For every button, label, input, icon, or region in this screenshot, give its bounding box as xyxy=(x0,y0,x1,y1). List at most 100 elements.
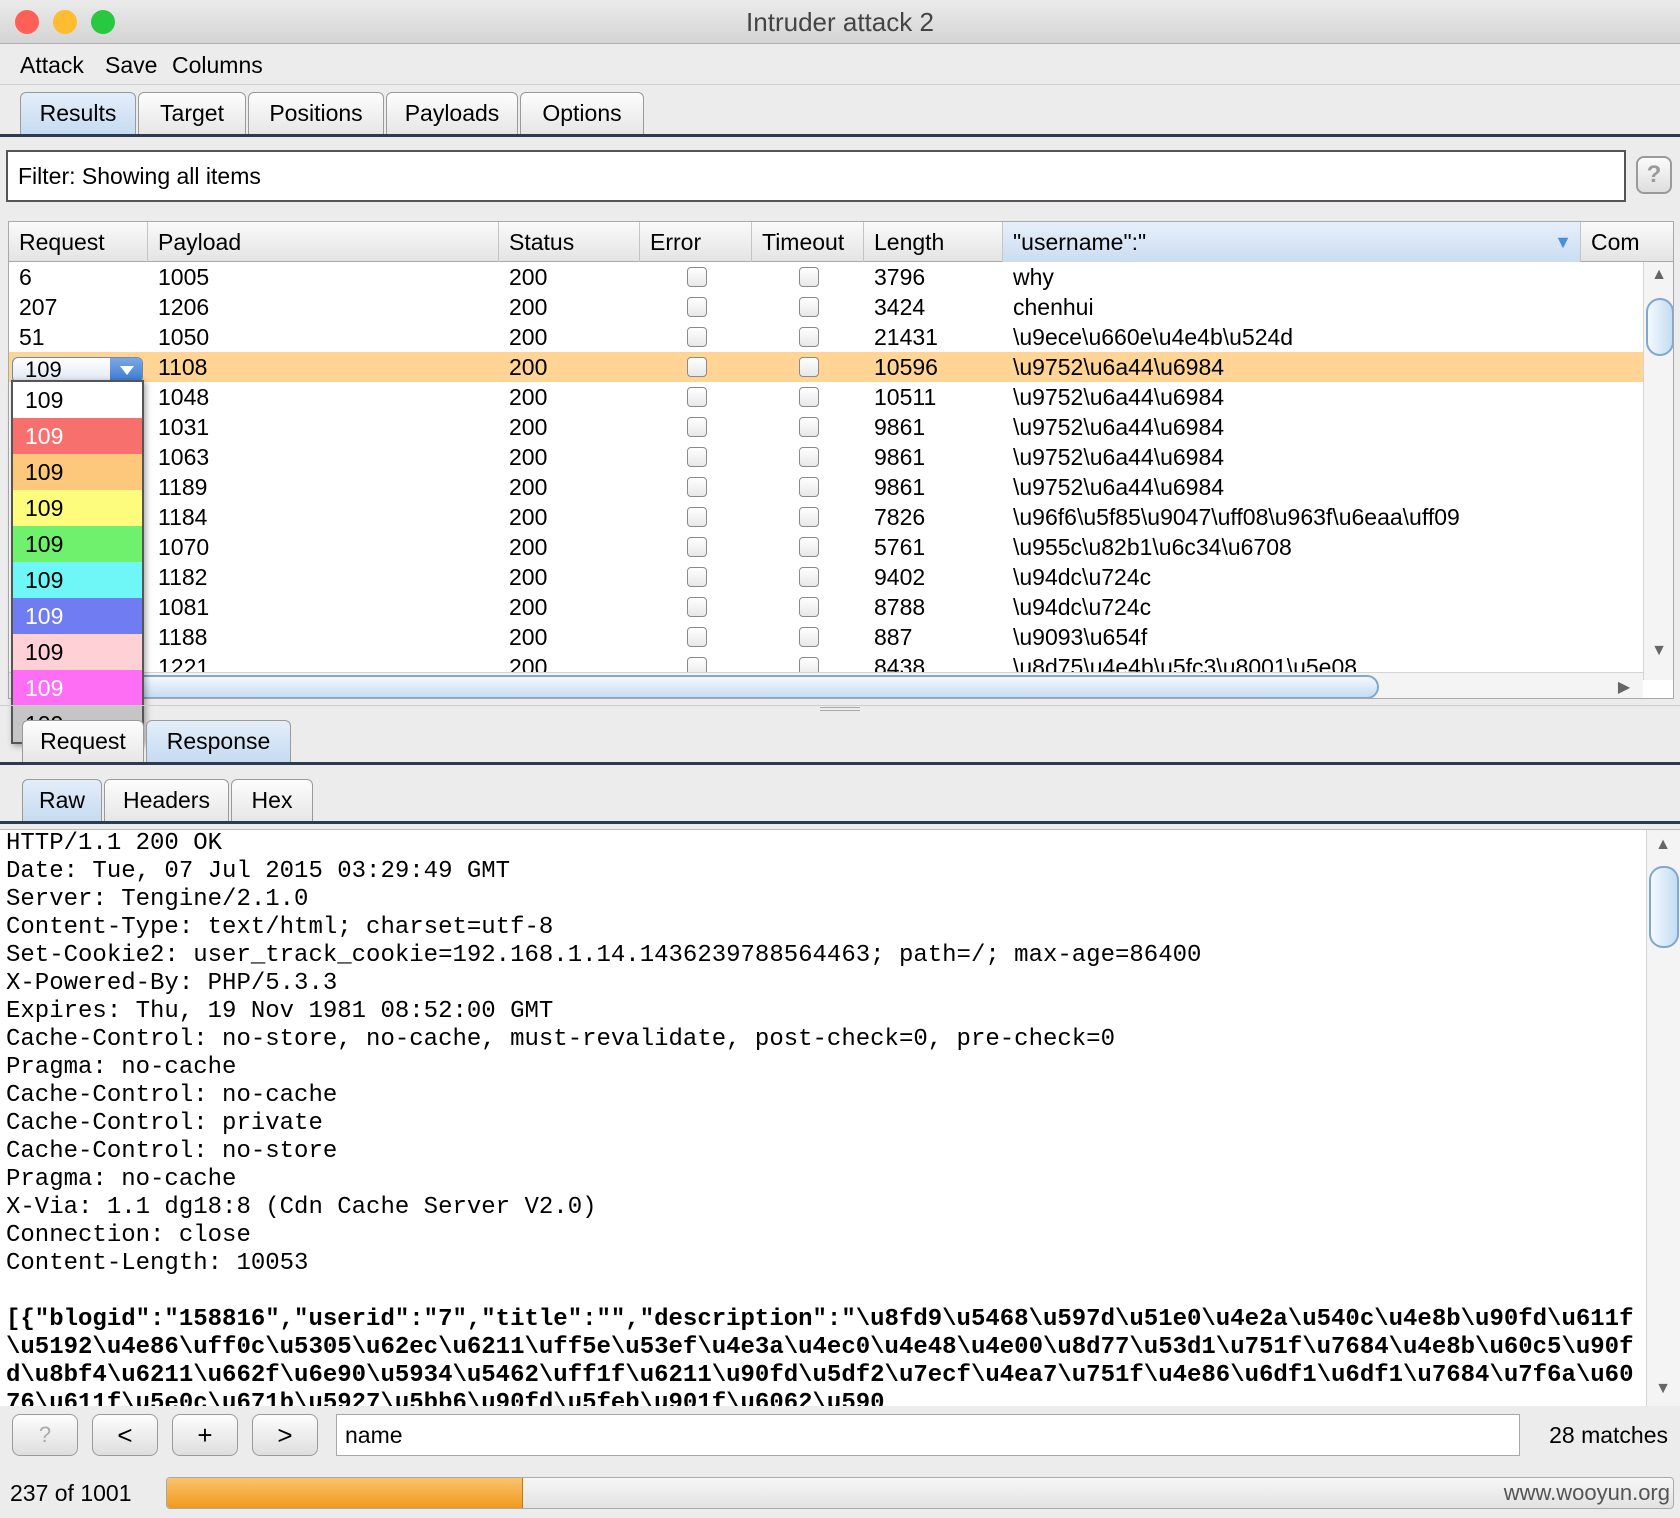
highlight-option[interactable]: 109 xyxy=(13,526,142,562)
highlight-option[interactable]: 109 xyxy=(13,382,142,418)
table-row[interactable]: 6 1005 200 3796 why xyxy=(9,262,1643,292)
column-payload[interactable]: Payload xyxy=(148,222,499,262)
tab-response[interactable]: Response xyxy=(146,720,291,762)
response-header-line: Cache-Control: no-store xyxy=(6,1138,338,1165)
timeout-checkbox xyxy=(799,357,819,377)
scroll-thumb[interactable] xyxy=(1646,298,1673,356)
scroll-up-icon[interactable]: ▲ xyxy=(1647,836,1679,854)
column-timeout[interactable]: Timeout xyxy=(752,222,864,262)
column-status[interactable]: Status xyxy=(499,222,640,262)
error-checkbox xyxy=(687,597,707,617)
search-input[interactable]: name xyxy=(336,1414,1520,1456)
cell-status: 200 xyxy=(509,504,548,530)
cell-payload: 1070 xyxy=(158,534,210,560)
cell-payload: 1063 xyxy=(158,444,210,470)
table-row[interactable]: 1031 200 9861 \u9752\u6a44\u6984 xyxy=(9,412,1643,442)
hscroll-thumb[interactable] xyxy=(129,675,1379,698)
cell-payload: 1005 xyxy=(158,264,210,290)
menu-attack[interactable]: Attack xyxy=(20,45,84,85)
cell-status: 200 xyxy=(509,294,548,320)
filter-bar[interactable]: Filter: Showing all items xyxy=(6,150,1626,202)
highlight-option[interactable]: 109 xyxy=(13,418,142,454)
cell-length: 8788 xyxy=(874,594,926,620)
menu-columns[interactable]: Columns xyxy=(172,45,263,85)
cell-payload: 1048 xyxy=(158,384,210,410)
response-viewer[interactable]: HTTP/1.1 200 OK Date: Tue, 07 Jul 2015 03… xyxy=(0,829,1680,1406)
cell-length: 7826 xyxy=(874,504,926,530)
splitter-grip-icon xyxy=(820,707,860,711)
cell-status: 200 xyxy=(509,264,548,290)
scroll-right-icon[interactable]: ▶ xyxy=(1609,677,1639,697)
cell-payload: 1031 xyxy=(158,414,210,440)
table-row[interactable]: 1188 200 887 \u9093\u654f xyxy=(9,622,1643,652)
cell-length: 21431 xyxy=(874,324,938,350)
highlight-option[interactable]: 109 xyxy=(13,670,142,706)
table-horizontal-scrollbar[interactable]: ▶ xyxy=(9,672,1643,698)
scroll-down-icon[interactable]: ▼ xyxy=(1644,642,1673,660)
timeout-checkbox xyxy=(799,627,819,647)
table-row[interactable]: 1048 200 10511 \u9752\u6a44\u6984 xyxy=(9,382,1643,412)
column-comment[interactable]: Com xyxy=(1581,222,1673,262)
search-prev-button[interactable]: < xyxy=(92,1414,158,1456)
table-row[interactable]: 109 1108 200 10596 \u9752\u6a44\u6984 xyxy=(9,352,1643,382)
highlight-option[interactable]: 109 xyxy=(13,562,142,598)
response-header-line: Cache-Control: private xyxy=(6,1110,323,1137)
column-error[interactable]: Error xyxy=(640,222,752,262)
cell-username: \u94dc\u724c xyxy=(1013,594,1152,620)
cell-status: 200 xyxy=(509,324,548,350)
column-request[interactable]: Request xyxy=(9,222,148,262)
filter-help-button[interactable]: ? xyxy=(1636,156,1672,194)
highlight-option[interactable]: 109 xyxy=(13,490,142,526)
scroll-up-icon[interactable]: ▲ xyxy=(1644,266,1673,284)
tab-hex[interactable]: Hex xyxy=(231,779,313,821)
table-row[interactable]: 51 1050 200 21431 \u9ece\u660e\u4e4b\u524d xyxy=(9,322,1643,352)
cell-status: 200 xyxy=(509,474,548,500)
tab-results[interactable]: Results xyxy=(20,92,136,134)
table-row[interactable]: 207 1206 200 3424 chenhui xyxy=(9,292,1643,322)
combo-button[interactable] xyxy=(110,358,142,382)
tab-headers[interactable]: Headers xyxy=(104,779,229,821)
timeout-checkbox xyxy=(799,297,819,317)
sort-desc-icon: ▼ xyxy=(1554,232,1572,252)
splitter[interactable] xyxy=(0,705,1680,711)
cell-length: 3424 xyxy=(874,294,926,320)
scroll-thumb[interactable] xyxy=(1649,866,1679,948)
highlight-option[interactable]: 109 xyxy=(13,634,142,670)
table-vertical-scrollbar[interactable]: ▲ ▼ xyxy=(1643,262,1673,680)
tab-positions[interactable]: Positions xyxy=(248,92,384,134)
tab-payloads[interactable]: Payloads xyxy=(386,92,518,134)
tab-options[interactable]: Options xyxy=(520,92,644,134)
column-length[interactable]: Length xyxy=(864,222,1003,262)
cell-payload: 1206 xyxy=(158,294,210,320)
cell-length: 10511 xyxy=(874,384,937,410)
response-vertical-scrollbar[interactable]: ▲ ▼ xyxy=(1646,830,1680,1406)
error-checkbox xyxy=(687,537,707,557)
tab-target[interactable]: Target xyxy=(138,92,246,134)
table-row[interactable]: 1063 200 9861 \u9752\u6a44\u6984 xyxy=(9,442,1643,472)
highlight-option[interactable]: 109 xyxy=(13,454,142,490)
tab-raw[interactable]: Raw xyxy=(22,779,102,821)
scroll-down-icon[interactable]: ▼ xyxy=(1647,1380,1679,1398)
search-help-button[interactable]: ? xyxy=(12,1414,78,1456)
search-add-button[interactable]: + xyxy=(172,1414,238,1456)
table-row[interactable]: 1070 200 5761 \u955c\u82b1\u6c34\u6708 xyxy=(9,532,1643,562)
table-row[interactable]: 1189 200 9861 \u9752\u6a44\u6984 xyxy=(9,472,1643,502)
cell-payload: 1188 xyxy=(158,624,208,650)
column-username[interactable]: "username":" ▼ xyxy=(1003,222,1581,262)
cell-username: \u94dc\u724c xyxy=(1013,564,1152,590)
table-row[interactable]: 1184 200 7826 \u96f6\u5f85\u9047\uff08\u963… xyxy=(9,502,1643,532)
error-checkbox xyxy=(687,567,707,587)
highlight-color-list: 109109109109109109109109109109 xyxy=(11,380,144,744)
error-checkbox xyxy=(687,387,707,407)
cell-payload: 1081 xyxy=(158,594,210,620)
search-next-button[interactable]: > xyxy=(252,1414,318,1456)
highlight-option[interactable]: 109 xyxy=(13,598,142,634)
table-row[interactable]: 1182 200 9402 \u94dc\u724c xyxy=(9,562,1643,592)
menu-save[interactable]: Save xyxy=(105,45,157,85)
timeout-checkbox xyxy=(799,327,819,347)
tab-request[interactable]: Request xyxy=(22,720,144,762)
cell-status: 200 xyxy=(509,534,548,560)
error-checkbox xyxy=(687,507,707,527)
response-header-line: X-Powered-By: PHP/5.3.3 xyxy=(6,970,338,997)
table-row[interactable]: 1081 200 8788 \u94dc\u724c xyxy=(9,592,1643,622)
